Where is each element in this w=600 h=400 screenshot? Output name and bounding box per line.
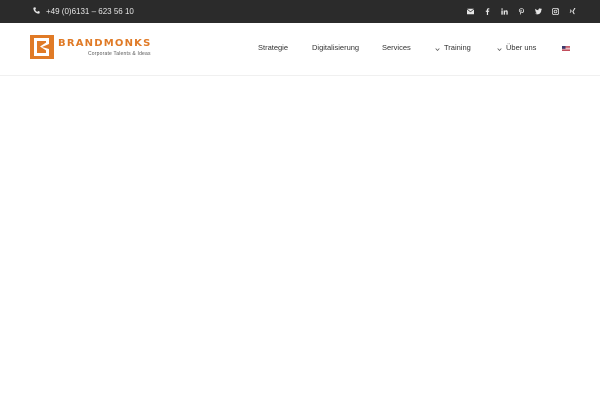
nav-item-digitalisierung[interactable]: Digitalisierung	[312, 43, 359, 52]
chevron-down-icon	[435, 45, 440, 52]
nav-label: Über uns	[506, 43, 537, 52]
nav-label: Strategie	[258, 43, 289, 52]
phone-number[interactable]: +49 (0)6131 – 623 56 10	[46, 7, 134, 16]
nav-item-strategie[interactable]: Strategie	[258, 43, 288, 52]
nav-label: Training	[444, 43, 471, 52]
twitter-icon[interactable]	[535, 8, 542, 15]
phone-icon	[33, 7, 40, 16]
site-header: BRANDMONKS Corporate Talents & Ideas Str…	[0, 23, 600, 76]
us-flag-icon[interactable]	[562, 46, 570, 51]
instagram-icon[interactable]	[552, 8, 559, 15]
nav-item-services[interactable]: Services	[382, 43, 411, 52]
top-bar: +49 (0)6131 – 623 56 10	[0, 0, 600, 23]
envelope-icon[interactable]	[467, 8, 474, 15]
nav-label: Digitalisierung	[312, 43, 360, 52]
social-links	[467, 0, 576, 23]
nav-label: Services	[382, 43, 411, 52]
chevron-down-icon	[497, 45, 502, 52]
phone-contact[interactable]: +49 (0)6131 – 623 56 10	[33, 0, 134, 23]
facebook-icon[interactable]	[484, 8, 491, 15]
pinterest-icon[interactable]	[518, 8, 525, 15]
nav-item-ueber-uns[interactable]: Über uns	[497, 43, 536, 52]
xing-icon[interactable]	[569, 8, 576, 15]
nav-item-training[interactable]: Training	[435, 43, 471, 52]
main-nav: Strategie Digitalisierung Services Train…	[0, 23, 600, 75]
linkedin-icon[interactable]	[501, 8, 508, 15]
